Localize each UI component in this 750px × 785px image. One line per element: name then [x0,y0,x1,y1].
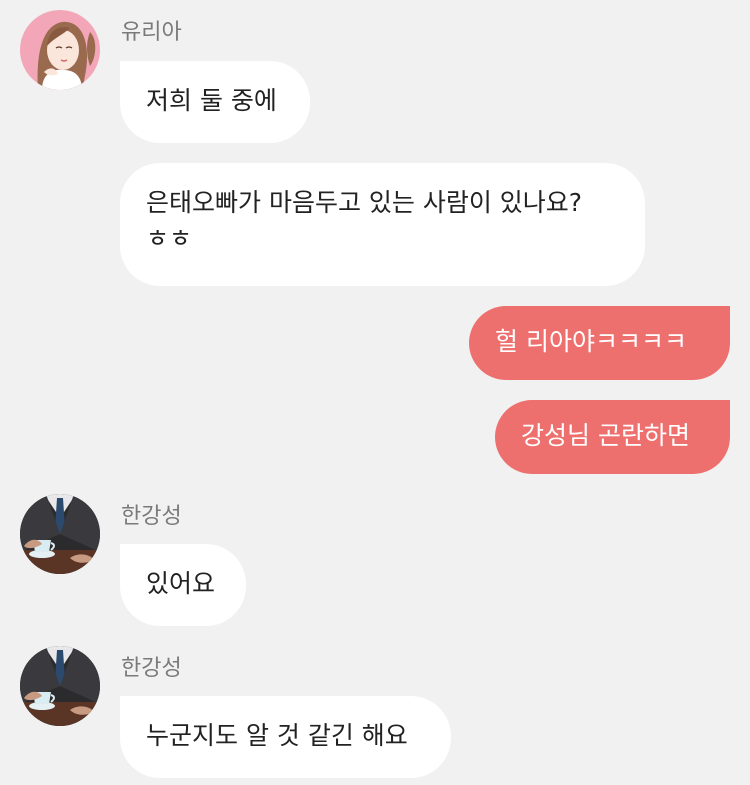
outgoing-message-bubble[interactable]: 강성님 곤란하면 [495,400,730,474]
incoming-message-bubble[interactable]: 저희 둘 중에 [120,61,310,143]
message-text-line: ㅎㅎ [146,224,193,253]
outgoing-message-bubble[interactable]: 헐 리아야ㅋㅋㅋㅋ [469,306,730,380]
message-text: 누군지도 알 것 같긴 해요 [146,721,408,750]
avatar-yuria[interactable] [20,10,100,90]
message-text-line: 은태오빠가 마음두고 있는 사람이 있나요? [146,188,583,217]
avatar-hangangseong[interactable] [20,494,100,574]
sender-name: 한강성 [121,656,182,681]
chat-screen: { "messages": [ {"sender": "유리아", "text"… [0,0,750,785]
message-text: 강성님 곤란하면 [521,421,690,450]
man-in-suit-with-coffee-avatar-icon [20,646,100,726]
message-text: 저희 둘 중에 [146,86,277,115]
incoming-message-bubble[interactable]: 누군지도 알 것 같긴 해요 [120,696,451,778]
incoming-message-bubble[interactable]: 은태오빠가 마음두고 있는 사람이 있나요? ㅎㅎ [120,163,645,286]
avatar-hangangseong[interactable] [20,646,100,726]
message-text: 있어요 [146,569,216,598]
sender-name: 한강성 [121,504,182,529]
man-in-suit-with-coffee-avatar-icon [20,494,100,574]
message-text: 헐 리아야ㅋㅋㅋㅋ [495,327,687,356]
incoming-message-bubble[interactable]: 있어요 [120,544,246,626]
illustrated-woman-avatar-icon [20,10,100,90]
sender-name: 유리아 [121,20,182,45]
